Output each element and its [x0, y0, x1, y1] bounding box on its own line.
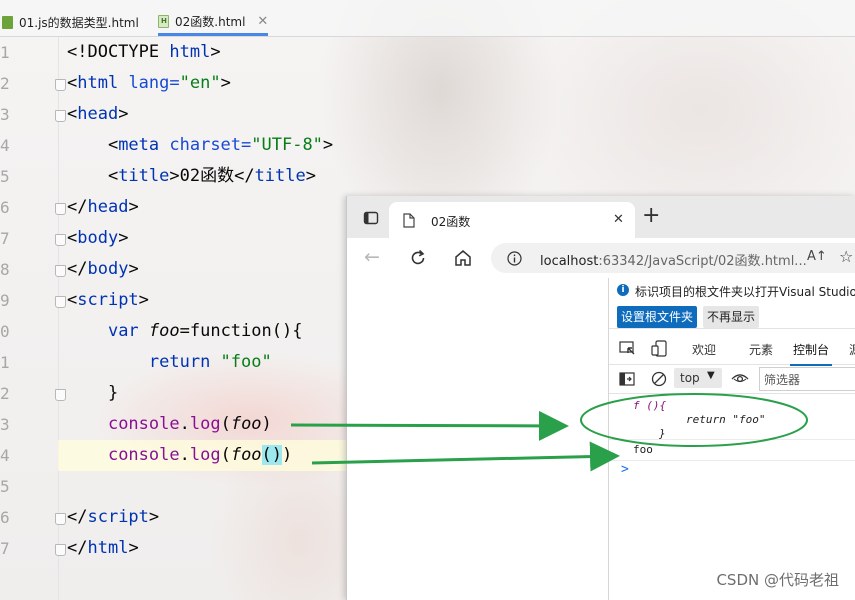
console-fn-line1: f (){ — [633, 399, 667, 412]
home-icon[interactable] — [454, 249, 472, 267]
code-line: return "foo" — [148, 352, 272, 372]
devtools-panel: i 标识项目的根文件夹以打开Visual Studio C 设置根文件夹 不再显… — [608, 278, 855, 600]
console-message-string[interactable]: foo — [609, 440, 855, 461]
fold-marker[interactable] — [55, 544, 66, 556]
inspect-icon[interactable] — [619, 341, 636, 356]
set-root-folder-button[interactable]: 设置根文件夹 — [617, 306, 698, 328]
line-number: 5 — [0, 477, 10, 496]
line-number: 6 — [0, 508, 10, 527]
line-number: 7 — [0, 539, 10, 558]
close-icon[interactable]: ✕ — [257, 14, 268, 29]
code-line: <title>02函数</title> — [67, 166, 316, 186]
code-line: var foo=function(){ — [107, 321, 303, 341]
line-number: 0 — [0, 322, 10, 341]
code-line: </body> — [67, 259, 139, 279]
line-number: 9 — [0, 291, 10, 310]
browser-tab[interactable]: 02函数 ✕ — [389, 202, 635, 238]
editor-tab-bar: 01.js的数据类型.html 02函数.html ✕ — [0, 0, 855, 37]
refresh-icon[interactable] — [409, 249, 427, 267]
html-file-icon — [158, 14, 169, 28]
console-toolbar: top ▼ 筛选器 — [609, 365, 855, 394]
editor-tab-label: 02函数.html — [175, 14, 246, 29]
fold-marker[interactable] — [55, 296, 66, 308]
device-emulation-icon[interactable] — [651, 340, 668, 357]
line-number: 7 — [0, 229, 10, 248]
info-icon: i — [617, 284, 629, 296]
line-number: 5 — [0, 167, 10, 186]
filter-input[interactable]: 筛选器 — [759, 367, 855, 391]
console-message-function[interactable]: f (){ return "foo" } — [609, 394, 855, 440]
console-fn-line3: } — [659, 427, 666, 440]
context-label: top — [680, 371, 700, 385]
line-number: 2 — [0, 384, 10, 403]
code-line: console.log(foo) — [107, 414, 272, 434]
browser-window: 02函数 ✕ + ← localhost:63342/JavaScript/02… — [346, 196, 855, 600]
code-line: <body> — [67, 228, 129, 248]
new-tab-icon[interactable]: + — [642, 204, 660, 228]
line-number: 2 — [0, 74, 10, 93]
matched-parens: () — [261, 445, 283, 465]
line-number: 1 — [0, 43, 10, 62]
favorite-star-icon[interactable]: ☆ — [839, 247, 853, 266]
fold-marker[interactable] — [55, 513, 66, 525]
line-number: 4 — [0, 446, 10, 465]
url-text: localhost:63342/JavaScript/02函数.html... — [540, 254, 807, 269]
console-fn-line2: return "foo" — [686, 413, 766, 426]
console-output-text: foo — [633, 443, 653, 456]
console-prompt-icon[interactable]: > — [621, 462, 629, 477]
close-tab-icon[interactable]: ✕ — [613, 212, 624, 227]
browser-tab-strip: 02函数 ✕ + — [347, 196, 855, 238]
code-line: <!DOCTYPE html> — [67, 42, 221, 62]
page-icon — [403, 213, 415, 228]
fold-marker[interactable] — [55, 110, 66, 122]
code-line: <meta charset="UTF-8"> — [67, 135, 334, 155]
fold-marker[interactable] — [55, 389, 66, 401]
fold-marker[interactable] — [55, 265, 66, 277]
code-line: <html lang="en"> — [67, 73, 231, 93]
code-line: </head> — [67, 197, 139, 217]
editor-tab-02[interactable]: 02函数.html ✕ — [158, 9, 269, 36]
clear-console-icon[interactable] — [651, 371, 667, 387]
editor-tab-01[interactable]: 01.js的数据类型.html — [2, 9, 139, 35]
code-line: </html> — [67, 538, 139, 558]
page-viewport — [347, 278, 608, 600]
tab-sources[interactable]: 源 — [849, 341, 855, 358]
devtools-info-bar: i 标识项目的根文件夹以打开Visual Studio C 设置根文件夹 不再显… — [609, 278, 855, 329]
site-info-icon[interactable] — [507, 251, 522, 266]
context-select[interactable]: top ▼ — [674, 368, 722, 388]
line-number: 3 — [0, 105, 10, 124]
address-bar-row: ← localhost:63342/JavaScript/02函数.html..… — [347, 238, 855, 279]
toggle-sidebar-icon[interactable] — [619, 372, 635, 386]
chevron-down-icon: ▼ — [707, 370, 715, 381]
live-expression-eye-icon[interactable] — [731, 372, 749, 385]
line-number-gutter: 1 2 3 4 5 6 7 8 9 0 1 2 3 4 5 6 7 — [0, 37, 66, 600]
tab-elements[interactable]: 元素 — [749, 341, 773, 358]
url-field[interactable]: localhost:63342/JavaScript/02函数.html... … — [491, 243, 855, 273]
devtools-tab-bar: 欢迎 元素 控制台 源 — [609, 334, 855, 366]
code-line: <head> — [67, 104, 129, 124]
html-file-icon — [2, 15, 13, 29]
tab-welcome[interactable]: 欢迎 — [692, 341, 716, 358]
read-aloud-icon[interactable]: A↑ — [807, 249, 827, 264]
back-arrow-icon[interactable]: ← — [364, 246, 380, 268]
line-number: 3 — [0, 415, 10, 434]
watermark: CSDN @代码老祖 — [716, 571, 839, 589]
fold-marker[interactable] — [55, 79, 66, 91]
fold-marker[interactable] — [55, 203, 66, 215]
dont-show-again-button[interactable]: 不再显示 — [703, 306, 760, 328]
tab-console[interactable]: 控制台 — [789, 341, 833, 366]
fold-marker[interactable] — [55, 234, 66, 246]
info-message: 标识项目的根文件夹以打开Visual Studio C — [635, 285, 855, 299]
browser-tab-title: 02函数 — [431, 215, 471, 229]
code-line: <script> — [67, 290, 149, 310]
line-number: 8 — [0, 260, 10, 279]
code-line: } — [67, 383, 119, 403]
filter-placeholder: 筛选器 — [764, 373, 801, 387]
code-line: </script> — [67, 507, 160, 527]
line-number: 1 — [0, 353, 10, 372]
editor-tab-label: 01.js的数据类型.html — [19, 15, 139, 30]
line-number: 6 — [0, 198, 10, 217]
line-number: 4 — [0, 136, 10, 155]
tab-actions-icon[interactable] — [363, 210, 379, 226]
